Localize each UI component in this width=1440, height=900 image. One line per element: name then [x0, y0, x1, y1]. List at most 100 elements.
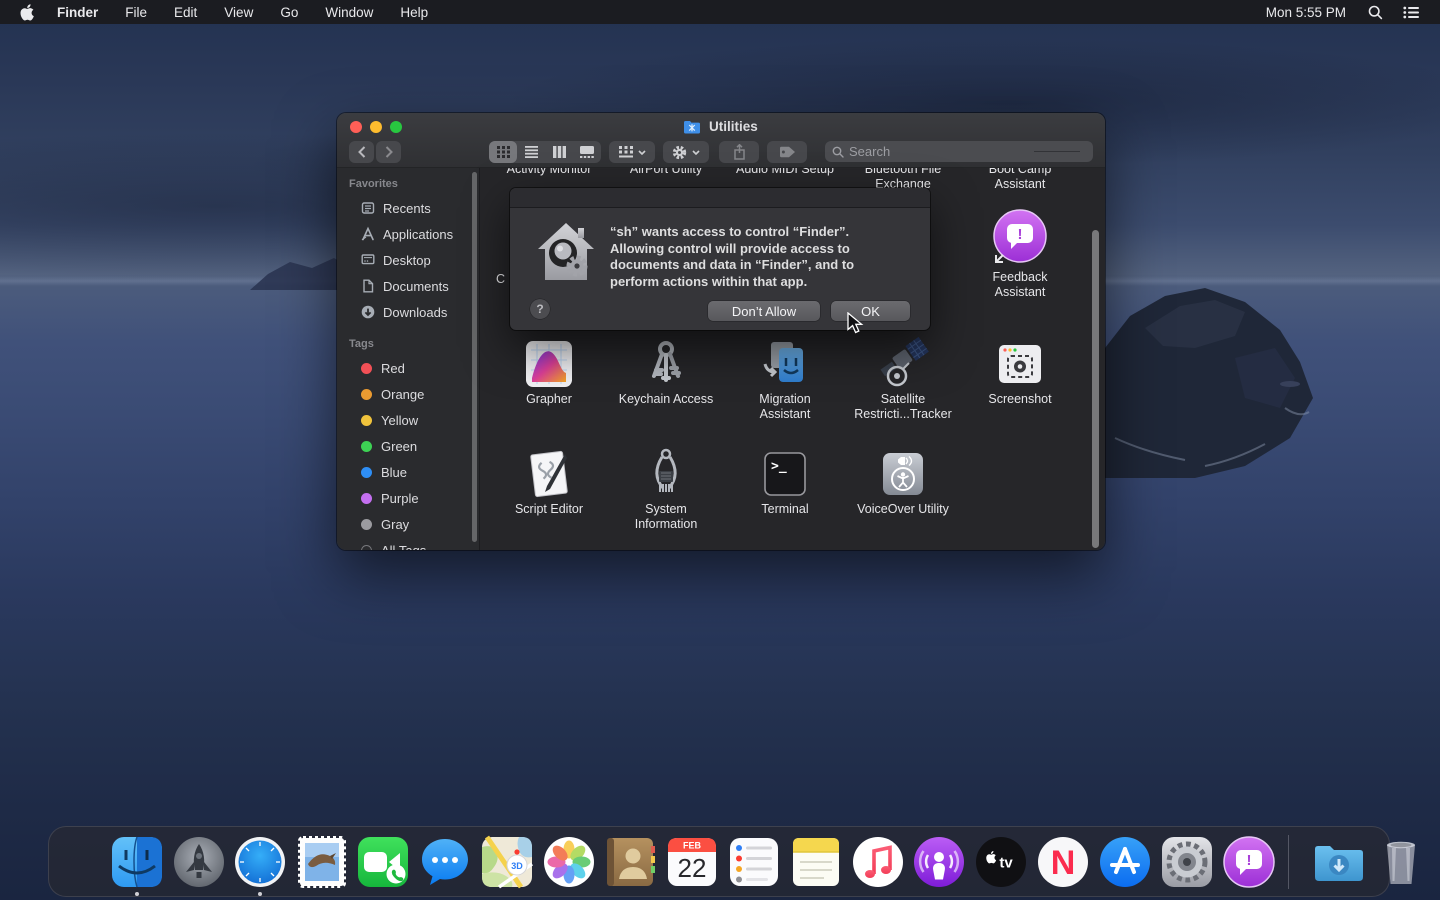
red-tag-dot [361, 363, 372, 374]
app-script-editor[interactable]: Script Editor [494, 446, 604, 517]
gray-tag-dot [361, 519, 372, 530]
back-button[interactable] [349, 141, 374, 163]
group-by-button[interactable] [609, 141, 655, 163]
sidebar-item-documents[interactable]: Documents [359, 274, 477, 298]
dock-music-icon[interactable] [850, 834, 906, 890]
view-gallery-button[interactable] [573, 141, 601, 163]
sidebar-item-applications[interactable]: Applications [359, 222, 477, 246]
svg-text:tv: tv [999, 855, 1013, 872]
dock: 3D FEB 22 [48, 826, 1390, 897]
dialog-titlebar [510, 188, 930, 208]
view-list-button[interactable] [517, 141, 545, 163]
dock-facetime-icon[interactable] [355, 834, 411, 890]
blue-tag-dot [361, 467, 372, 478]
sidebar-tag-gray[interactable]: Gray [359, 512, 477, 536]
app-keychain-access[interactable]: Keychain Access [611, 336, 721, 407]
tag-button[interactable] [767, 141, 807, 163]
notification-center-button[interactable] [1403, 6, 1420, 19]
menu-item-view[interactable]: View [224, 5, 253, 20]
sidebar-tag-red[interactable]: Red [359, 356, 477, 380]
app-feedback-assistant[interactable]: ! FeedbackAssistant [965, 208, 1075, 300]
dock-separator [1288, 835, 1289, 889]
view-icons-button[interactable] [489, 141, 517, 163]
dock-feedback-assistant-icon[interactable]: ! [1221, 834, 1277, 890]
dialog-message: “sh” wants access to control “Finder”. A… [610, 224, 915, 290]
forward-button[interactable] [376, 141, 401, 163]
dock-news-icon[interactable]: N [1035, 834, 1091, 890]
spotlight-button[interactable] [1368, 5, 1383, 20]
orange-tag-dot [361, 389, 372, 400]
app-system-information[interactable]: SystemInformation [611, 446, 721, 532]
sidebar-item-desktop[interactable]: Desktop [359, 248, 477, 272]
dock-podcasts-icon[interactable] [911, 834, 967, 890]
dock-maps-icon[interactable]: 3D [479, 834, 535, 890]
share-button[interactable] [719, 141, 759, 163]
dock-messages-icon[interactable] [417, 834, 473, 890]
menu-item-help[interactable]: Help [400, 5, 428, 20]
menu-item-finder[interactable]: Finder [57, 5, 98, 20]
mouse-cursor [846, 312, 865, 334]
sidebar-tag-orange[interactable]: Orange [359, 382, 477, 406]
chevron-down-icon [638, 150, 646, 155]
safari-running-indicator [258, 892, 262, 896]
partial-app-label[interactable]: C [496, 272, 505, 286]
sidebar-scrollbar[interactable] [472, 172, 477, 542]
content-scrollbar[interactable] [1092, 230, 1099, 548]
dont-allow-button[interactable]: Don’t Allow [708, 301, 820, 321]
sidebar-tag-blue[interactable]: Blue [359, 460, 477, 484]
sidebar: Favorites Recents Applications Desktop D… [337, 168, 480, 550]
dock-app-store-icon[interactable] [1097, 834, 1153, 890]
app-airport-utility[interactable]: AirPort Utility [611, 168, 721, 177]
menu-item-window[interactable]: Window [325, 5, 373, 20]
dock-downloads-folder-icon[interactable] [1311, 834, 1367, 890]
gear-icon [672, 145, 687, 160]
app-boot-camp-assistant[interactable]: Boot CampAssistant [965, 168, 1075, 192]
dock-contacts-icon[interactable] [602, 834, 658, 890]
dock-tv-icon[interactable]: tv [973, 834, 1029, 890]
svg-text:!: ! [1247, 852, 1252, 869]
menu-item-file[interactable]: File [125, 5, 147, 20]
sidebar-tag-all-tags[interactable]: All Tags [359, 538, 477, 550]
dock-photos-icon[interactable] [541, 834, 597, 890]
menu-item-go[interactable]: Go [280, 5, 298, 20]
tags-header: Tags [349, 338, 374, 350]
menu-bar-clock[interactable]: Mon 5:55 PM [1266, 5, 1346, 20]
dock-launchpad-icon[interactable] [171, 834, 227, 890]
ok-button[interactable]: OK [831, 301, 910, 321]
sidebar-tag-green[interactable]: Green [359, 434, 477, 458]
dock-trash-icon[interactable] [1373, 834, 1429, 890]
green-tag-dot [361, 441, 372, 452]
app-screenshot[interactable]: Screenshot [965, 336, 1075, 407]
dock-safari-icon[interactable] [232, 834, 288, 890]
view-columns-button[interactable] [545, 141, 573, 163]
help-button[interactable]: ? [530, 299, 550, 319]
app-audio-midi-setup[interactable]: Audio MIDI Setup [730, 168, 840, 177]
dock-reminders-icon[interactable] [726, 834, 782, 890]
app-activity-monitor[interactable]: Activity Monitor [494, 168, 604, 177]
dock-finder-icon[interactable] [109, 834, 165, 890]
dock-mail-icon[interactable] [294, 834, 350, 890]
app-satellite-tracker[interactable]: SatelliteRestricti...Tracker [848, 336, 958, 422]
window-title: Utilities [337, 119, 1105, 137]
documents-icon [359, 278, 376, 294]
app-terminal[interactable]: >_ Terminal [730, 446, 840, 517]
app-migration-assistant[interactable]: MigrationAssistant [730, 336, 840, 422]
dock-calendar-icon[interactable]: FEB 22 [664, 834, 720, 890]
apple-menu[interactable] [20, 4, 35, 21]
dock-notes-icon[interactable] [788, 834, 844, 890]
search-input[interactable]: Search [825, 141, 1093, 162]
menu-item-edit[interactable]: Edit [174, 5, 197, 20]
app-grapher[interactable]: Grapher [494, 336, 604, 407]
svg-text:22: 22 [678, 853, 707, 883]
search-icon [1368, 5, 1383, 20]
sidebar-item-downloads[interactable]: Downloads [359, 300, 477, 324]
action-button[interactable] [663, 141, 709, 163]
sidebar-tag-purple[interactable]: Purple [359, 486, 477, 510]
sidebar-item-recents[interactable]: Recents [359, 196, 477, 220]
finder-window: Utilities [337, 113, 1105, 550]
dock-system-preferences-icon[interactable] [1159, 834, 1215, 890]
sidebar-tag-yellow[interactable]: Yellow [359, 408, 477, 432]
search-field-line [1034, 151, 1080, 152]
wallpaper-cliff [1085, 288, 1345, 478]
app-voiceover-utility[interactable]: VoiceOver Utility [848, 446, 958, 517]
